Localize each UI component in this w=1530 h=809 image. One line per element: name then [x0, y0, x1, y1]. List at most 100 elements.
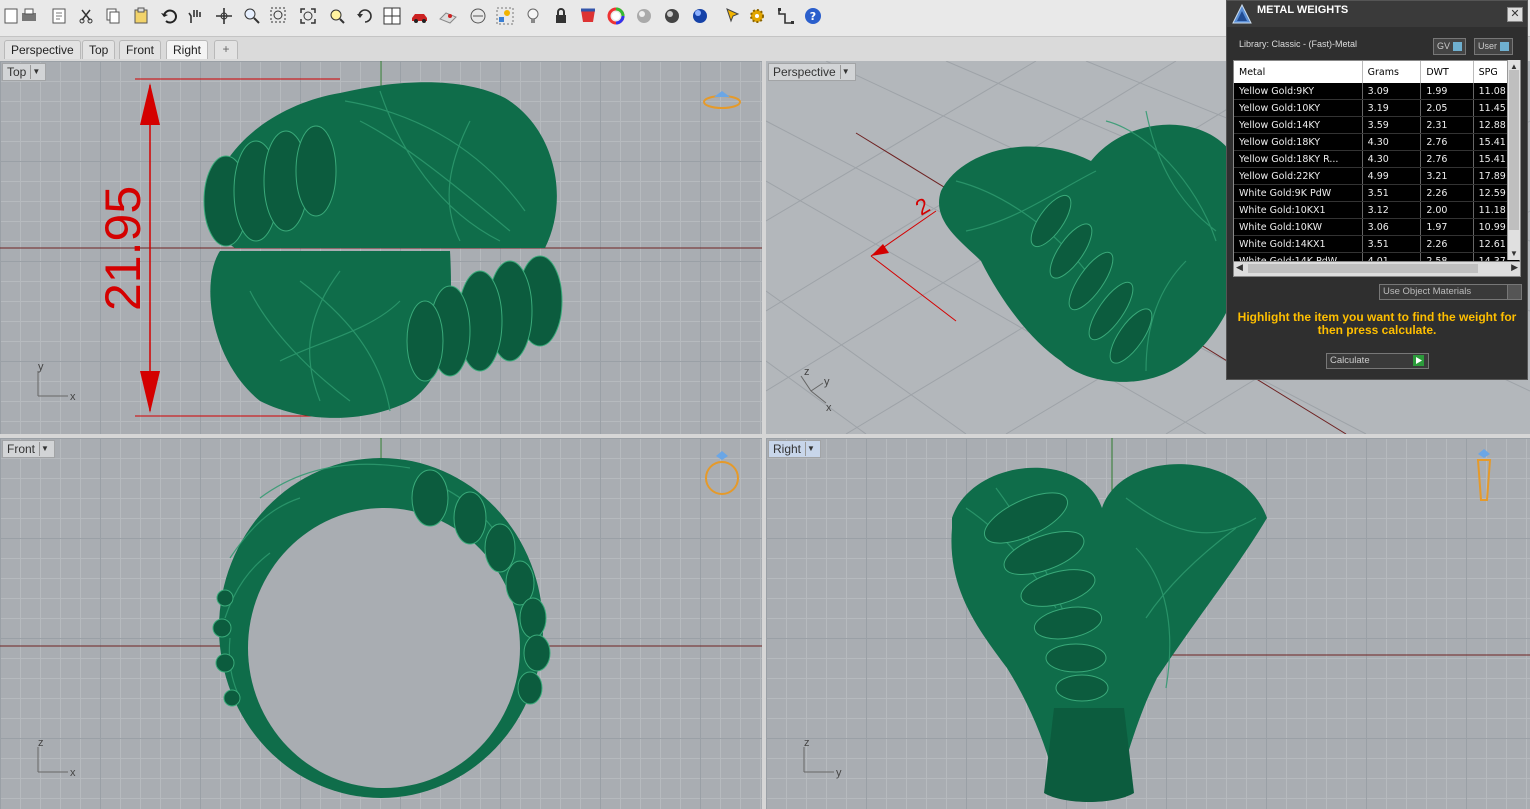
table-cell: Yellow Gold:18KY R... — [1234, 150, 1363, 168]
cursor-icon[interactable] — [722, 5, 744, 27]
material-icon[interactable] — [577, 5, 599, 27]
viewport-top[interactable]: 21.95 x y Top ▼ — [0, 61, 762, 434]
print-icon[interactable] — [18, 5, 40, 27]
display-icon[interactable] — [437, 5, 459, 27]
viewport-label-top[interactable]: Top ▼ — [2, 63, 47, 81]
scroll-thumb[interactable] — [1248, 264, 1478, 273]
lock-icon[interactable] — [550, 5, 572, 27]
table-row[interactable]: White Gold:9K PdW 3.51 2.26 12.59 — [1234, 184, 1520, 202]
car-icon[interactable] — [409, 5, 431, 27]
table-row[interactable]: Yellow Gold:14KY 3.59 2.31 12.88 — [1234, 116, 1520, 134]
table-row[interactable]: Yellow Gold:22KY 4.99 3.21 17.89 — [1234, 167, 1520, 185]
tab-right[interactable]: Right — [166, 40, 209, 59]
zoom-window-icon[interactable] — [268, 5, 290, 27]
table-cell: 3.19 — [1362, 99, 1422, 117]
table-row[interactable]: Yellow Gold:18KY 4.30 2.76 15.41 — [1234, 133, 1520, 151]
column-header[interactable]: Grams — [1362, 61, 1422, 83]
scroll-right-icon[interactable]: ▶ — [1511, 262, 1518, 273]
table-row[interactable]: White Gold:10KX1 3.12 2.00 11.18 — [1234, 201, 1520, 219]
table-cell: 4.30 — [1362, 133, 1422, 151]
pan-icon[interactable] — [184, 5, 206, 27]
user-button[interactable]: User — [1474, 38, 1513, 55]
table-row[interactable]: White Gold:10KW 3.06 1.97 10.99 — [1234, 218, 1520, 236]
table-cell: Yellow Gold:18KY — [1234, 133, 1363, 151]
viewport-label-perspective[interactable]: Perspective ▼ — [768, 63, 856, 81]
table-cell: 4.99 — [1362, 167, 1422, 185]
play-icon[interactable] — [1413, 355, 1424, 366]
use-object-materials-checkbox[interactable] — [1507, 284, 1522, 300]
table-cell: Yellow Gold:10KY — [1234, 99, 1363, 117]
table-cell: Yellow Gold:22KY — [1234, 167, 1363, 185]
undo-icon[interactable] — [158, 5, 180, 27]
gear-icon[interactable] — [746, 5, 768, 27]
copy-icon[interactable] — [102, 5, 124, 27]
four-viewports-icon[interactable] — [381, 5, 403, 27]
table-row[interactable]: Yellow Gold:9KY 3.09 1.99 11.08 — [1234, 83, 1520, 100]
viewport-label-right[interactable]: Right ▼ — [768, 440, 822, 458]
ring-front-view — [212, 458, 551, 798]
move-icon[interactable] — [213, 5, 235, 27]
light-icon[interactable] — [522, 5, 544, 27]
sphere-dark-icon[interactable] — [661, 5, 683, 27]
tab-perspective[interactable]: Perspective — [4, 40, 81, 59]
viewport-right[interactable]: y z Right ▼ — [766, 438, 1530, 809]
axis-z-label: z — [38, 737, 44, 749]
zoom-icon[interactable] — [241, 5, 263, 27]
viewport-label-front[interactable]: Front ▼ — [2, 440, 56, 458]
panel-header[interactable]: METAL WEIGHTS ✕ — [1227, 1, 1527, 27]
table-vertical-scrollbar[interactable]: ▲ ▼ — [1507, 60, 1520, 260]
tab-front[interactable]: Front — [119, 40, 162, 59]
table-row[interactable]: White Gold:14KX1 3.51 2.26 12.61 — [1234, 235, 1520, 253]
table-cell: White Gold:10KW — [1234, 218, 1363, 236]
zoom-selected-icon[interactable] — [326, 5, 348, 27]
table-cell: Yellow Gold:9KY — [1234, 83, 1363, 100]
table-cell: 1.99 — [1420, 83, 1474, 100]
snap-icon[interactable] — [775, 5, 797, 27]
axis-y-label: y — [836, 767, 842, 779]
table-row[interactable]: Yellow Gold:18KY R... 4.30 2.76 15.41 — [1234, 150, 1520, 168]
table-cell: Yellow Gold:14KY — [1234, 116, 1363, 134]
axis-z-label: z — [804, 366, 810, 378]
table-row[interactable]: Yellow Gold:10KY 3.19 2.05 11.45 — [1234, 99, 1520, 117]
chevron-down-icon[interactable]: ▼ — [30, 65, 41, 79]
table-cell: 3.59 — [1362, 116, 1422, 134]
sphere-icon[interactable] — [633, 5, 655, 27]
table-horizontal-scrollbar[interactable]: ◀ ▶ — [1233, 261, 1521, 277]
color-wheel-icon[interactable] — [605, 5, 627, 27]
open-icon[interactable] — [48, 5, 70, 27]
metal-table[interactable]: Metal Grams DWT SPG Yellow Gold:9KY 3.09 1.99… — [1233, 60, 1521, 262]
layer-icon[interactable] — [494, 5, 516, 27]
cut-icon[interactable] — [75, 5, 97, 27]
column-header[interactable]: Metal — [1234, 61, 1363, 83]
scroll-down-icon[interactable]: ▼ — [1510, 249, 1518, 258]
scroll-thumb[interactable] — [1509, 70, 1519, 230]
viewport-divider-vertical[interactable] — [762, 61, 766, 809]
table-cell: 3.09 — [1362, 83, 1422, 100]
ring-perspective-view — [939, 110, 1250, 382]
table-cell: 3.06 — [1362, 218, 1422, 236]
axis-x-label: x — [826, 402, 832, 414]
gumball-ring-icon — [703, 91, 741, 109]
gumball-ring-side-icon — [1476, 449, 1492, 501]
close-icon[interactable]: ✕ — [1507, 7, 1523, 22]
target-icon[interactable] — [467, 5, 489, 27]
table-cell: White Gold:9K PdW — [1234, 184, 1363, 202]
column-header[interactable]: DWT — [1420, 61, 1474, 83]
metal-weights-logo-icon — [1232, 3, 1252, 24]
rotate-view-icon[interactable] — [354, 5, 376, 27]
library-label: Library: Classic - (Fast)-Metal — [1239, 39, 1358, 49]
chevron-down-icon[interactable]: ▼ — [39, 442, 50, 456]
chevron-down-icon[interactable]: ▼ — [839, 65, 851, 79]
paste-icon[interactable] — [130, 5, 152, 27]
scroll-left-icon[interactable]: ◀ — [1236, 262, 1243, 273]
add-tab-icon[interactable]: + — [214, 40, 238, 59]
table-cell: White Gold:10KX1 — [1234, 201, 1363, 219]
zoom-extents-icon[interactable] — [297, 5, 319, 27]
sphere-blue-icon[interactable] — [689, 5, 711, 27]
gv-button[interactable]: GV — [1433, 38, 1466, 55]
tab-top[interactable]: Top — [82, 40, 116, 59]
viewport-front[interactable]: x z Front ▼ — [0, 438, 762, 809]
table-cell: 3.21 — [1420, 167, 1474, 185]
help-icon[interactable]: ? — [802, 5, 824, 27]
chevron-down-icon[interactable]: ▼ — [805, 442, 816, 456]
